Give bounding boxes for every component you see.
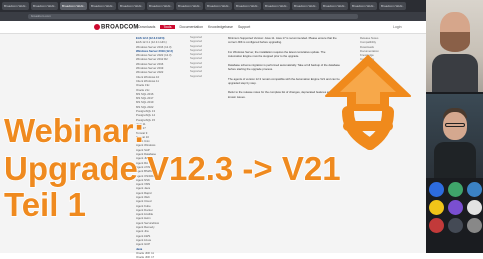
presenter-shirt <box>432 54 478 92</box>
participant-avatars <box>426 180 483 253</box>
participant-avatar <box>429 200 444 215</box>
nav-item[interactable]: Documentation <box>180 25 204 29</box>
logo-text: BROADCOM <box>101 24 139 31</box>
note-paragraph: Minimum Supported Version: Java 11. Java… <box>228 36 337 45</box>
browser-tab[interactable]: Broadcom Webi.. <box>118 2 145 10</box>
nav-item[interactable]: Support <box>238 25 250 29</box>
presenter-beard <box>440 32 470 52</box>
browser-tab[interactable]: Broadcom Webi.. <box>321 2 348 10</box>
browser-tab[interactable]: Broadcom Webi.. <box>379 2 406 10</box>
participant-avatar <box>467 182 482 197</box>
login-link[interactable]: Login <box>393 25 402 29</box>
nav-item[interactable]: Knowledgebase <box>208 25 233 29</box>
browser-tab[interactable]: Broadcom Webi.. <box>176 2 203 10</box>
broadcom-logo-mark-icon <box>94 24 100 30</box>
participant-avatar <box>429 218 444 233</box>
status-column: Supported Supported Supported Supported Supp… <box>190 36 218 79</box>
overlay-title-line3: Teil 1 <box>3 185 86 224</box>
list-item[interactable]: Oracle JDK 17 <box>136 255 228 259</box>
participant-avatar <box>429 182 444 197</box>
browser-tab[interactable]: Broadcom Webi.. <box>234 2 261 10</box>
participant-avatar <box>448 218 463 233</box>
up-arrow-icon <box>325 55 411 150</box>
participant-avatar <box>448 200 463 215</box>
cohost-camera <box>426 94 483 178</box>
browser-tab[interactable]: Broadcom Webi.. <box>147 2 174 10</box>
browser-tab[interactable]: Broadcom Webi.. <box>292 2 319 10</box>
cohost-glasses <box>445 123 465 127</box>
status-text: Supported <box>190 74 202 78</box>
browser-tab[interactable]: Broadcom Webi.. <box>89 2 116 10</box>
broadcom-logo[interactable]: BROADCOM <box>94 24 139 31</box>
site-nav: Downloads Tools Documentation Knowledgebase… <box>138 25 250 29</box>
nav-item[interactable]: Tools <box>160 25 175 29</box>
nav-item[interactable]: Downloads <box>138 25 155 29</box>
browser-tab[interactable]: Broadcom Webi.. <box>60 2 87 10</box>
participant-avatar <box>448 182 463 197</box>
participant-avatar <box>467 218 482 233</box>
browser-tab[interactable]: Broadcom Webi.. <box>31 2 58 10</box>
browser-tab-bar: Broadcom Webi.. Broadcom Webi.. Broadcom W… <box>0 0 426 12</box>
presenter-camera <box>426 0 483 92</box>
browser-tab[interactable]: Broadcom Webi.. <box>2 2 29 10</box>
browser-tab[interactable]: Broadcom Webi.. <box>350 2 377 10</box>
overlay-title-line1: Webinar: <box>3 111 145 150</box>
address-field[interactable]: broadcom.com <box>28 14 358 19</box>
cohost-shirt <box>434 142 476 178</box>
browser-tab[interactable]: Broadcom Webi.. <box>263 2 290 10</box>
participant-avatar <box>467 200 482 215</box>
browser-tab[interactable]: Broadcom Webi.. <box>205 2 232 10</box>
overlay-title-line2: Upgrade V12.3 -> V21 <box>3 149 341 188</box>
